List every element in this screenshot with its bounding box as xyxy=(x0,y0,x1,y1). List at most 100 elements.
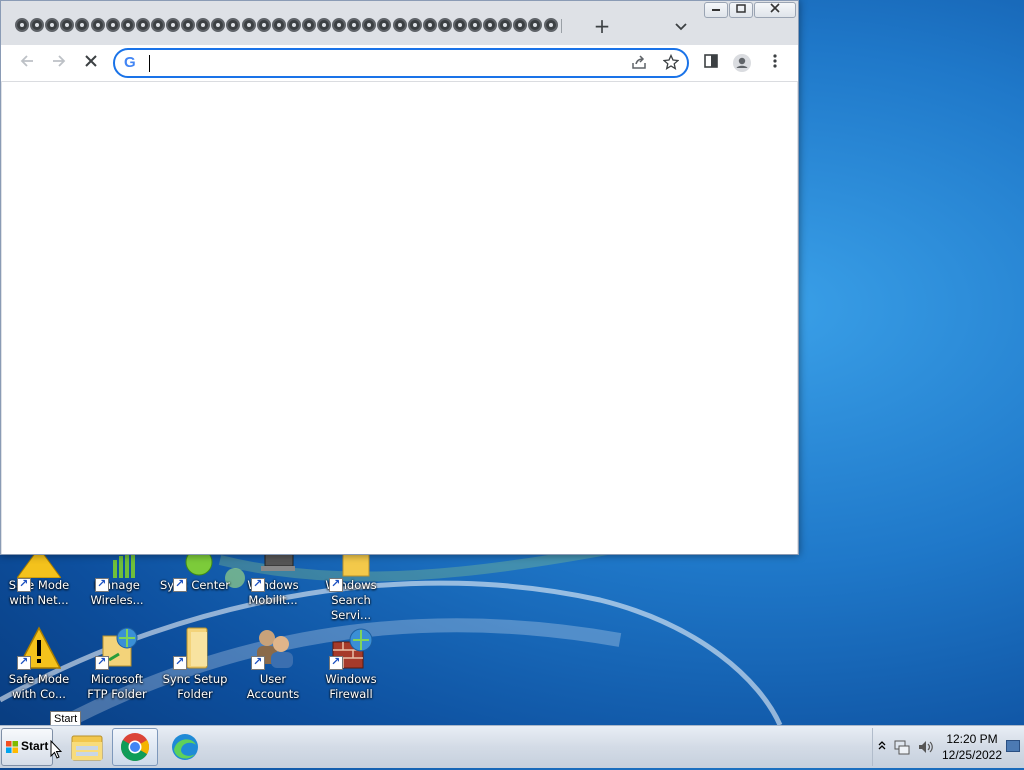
tab-favicon[interactable] xyxy=(407,18,422,32)
desktop-icon-label: Safe Mode with Co... xyxy=(8,672,70,701)
tab-favicon[interactable] xyxy=(60,18,75,32)
taskbar-edge[interactable] xyxy=(162,728,208,766)
shortcut-arrow-icon xyxy=(329,654,343,670)
tray-expand-button[interactable] xyxy=(875,738,889,756)
network-tray-button[interactable] xyxy=(893,738,911,756)
tab-favicon[interactable] xyxy=(135,18,150,32)
taskbar-chrome[interactable] xyxy=(112,728,158,766)
desktop-icon-label: Windows Firewall xyxy=(325,672,377,701)
shortcut-arrow-icon xyxy=(95,654,109,670)
minimize-button[interactable] xyxy=(704,2,728,18)
tab-favicon[interactable] xyxy=(347,18,362,32)
tab-favicon[interactable] xyxy=(211,18,226,32)
tab-strip: + xyxy=(1,1,798,45)
desktop-icon-sync-setup-folder[interactable]: Sync Setup Folder xyxy=(157,626,233,702)
tab-favicon[interactable] xyxy=(317,18,331,32)
tab-favicon[interactable] xyxy=(75,18,90,32)
mouse-cursor-icon xyxy=(50,740,62,759)
tab-favicon[interactable] xyxy=(150,18,165,32)
shortcut-arrow-icon xyxy=(251,654,265,670)
tab-favicon[interactable] xyxy=(120,18,135,32)
clock-date: 12/25/2022 xyxy=(941,748,1003,762)
tab-favicon[interactable] xyxy=(392,18,407,32)
speaker-icon xyxy=(919,741,933,753)
warning-icon xyxy=(16,626,62,670)
stop-loading-button[interactable] xyxy=(81,53,101,73)
tab-favicon[interactable] xyxy=(196,18,211,32)
desktop-icon-safe-mode-command[interactable]: Safe Mode with Co... xyxy=(1,626,77,702)
star-icon xyxy=(662,53,680,70)
tab-favicon[interactable] xyxy=(181,18,196,32)
desktop-icon-windows-mobility[interactable]: Windows Mobilit... xyxy=(235,548,311,608)
menu-button[interactable] xyxy=(765,53,785,73)
shortcut-arrow-icon xyxy=(329,576,343,592)
tab-favicon[interactable] xyxy=(90,18,105,32)
tab-favicon[interactable] xyxy=(362,18,377,32)
ftp-folder-icon xyxy=(95,626,139,670)
side-panel-button[interactable] xyxy=(701,53,721,73)
show-desktop-button[interactable] xyxy=(1006,740,1020,752)
avatar-icon xyxy=(733,54,751,72)
page-content[interactable] xyxy=(2,81,797,554)
tab-favicon[interactable] xyxy=(286,18,301,32)
address-input[interactable] xyxy=(147,53,621,75)
tab-favicon[interactable] xyxy=(543,18,558,32)
address-bar[interactable]: G xyxy=(113,48,689,78)
tab-favicon[interactable] xyxy=(226,18,241,32)
forward-button[interactable] xyxy=(49,53,69,73)
maximize-button[interactable] xyxy=(729,2,753,18)
restore-icon xyxy=(736,4,746,13)
desktop-icon-safe-mode-network[interactable]: Safe Mode with Net... xyxy=(1,547,77,608)
desktop-icon-user-accounts[interactable]: User Accounts xyxy=(235,626,311,702)
share-button[interactable] xyxy=(629,54,649,74)
google-icon: G xyxy=(124,54,136,71)
desktop-icon-microsoft-ftp-folder[interactable]: Microsoft FTP Folder xyxy=(79,626,155,702)
bookmark-star-button[interactable] xyxy=(661,53,681,74)
taskbar: Start 12:20 PM 12/25/2022 xyxy=(0,725,1024,768)
tab-favicon[interactable] xyxy=(332,18,347,32)
tab-favicon[interactable] xyxy=(468,18,482,32)
tab-favicon[interactable] xyxy=(513,18,528,32)
taskbar-clock[interactable]: 12:20 PM 12/25/2022 xyxy=(936,731,1008,763)
desktop-icon-label: User Accounts xyxy=(246,672,300,701)
shortcut-arrow-icon xyxy=(17,654,31,670)
desktop-icon-windows-firewall[interactable]: Windows Firewall xyxy=(313,626,389,702)
tab-favicon[interactable] xyxy=(45,18,60,32)
tab-favicon[interactable] xyxy=(241,18,256,32)
volume-tray-button[interactable] xyxy=(917,738,935,756)
tab-favicon[interactable] xyxy=(483,18,498,32)
tab-favicon[interactable] xyxy=(166,18,180,32)
tab-favicon[interactable] xyxy=(256,18,271,32)
tab-favicon[interactable] xyxy=(301,18,316,32)
tab-favicon[interactable] xyxy=(528,18,543,32)
tab-favicon[interactable] xyxy=(498,18,513,32)
tab-favicon[interactable] xyxy=(15,18,29,32)
start-button[interactable]: Start xyxy=(1,728,53,766)
tab-separator xyxy=(560,19,562,33)
minimize-icon xyxy=(712,9,720,11)
arrow-left-icon xyxy=(20,55,33,67)
text-caret xyxy=(149,55,150,72)
arrow-right-icon xyxy=(53,55,66,67)
chrome-icon xyxy=(121,733,149,761)
profile-button[interactable] xyxy=(732,53,752,73)
new-tab-button[interactable]: + xyxy=(591,15,613,37)
share-icon xyxy=(632,55,646,69)
tab-search-button[interactable] xyxy=(671,17,691,37)
desktop-icon-manage-wireless[interactable]: Manage Wireles... xyxy=(79,548,155,608)
taskbar-explorer[interactable] xyxy=(64,728,110,766)
tab-favicon[interactable] xyxy=(377,18,392,32)
edge-icon xyxy=(172,734,198,760)
tab-favicon[interactable] xyxy=(30,18,45,32)
close-window-button[interactable] xyxy=(754,2,796,18)
desktop-icon-windows-search-service[interactable]: Windows Search Servi... xyxy=(313,548,389,623)
clock-time: 12:20 PM xyxy=(946,732,998,746)
side-panel-icon xyxy=(704,54,718,68)
back-button[interactable] xyxy=(17,53,37,73)
tab-favicon[interactable] xyxy=(437,18,452,32)
tab-favicon[interactable] xyxy=(271,18,286,32)
close-icon xyxy=(770,3,780,13)
tab-favicon[interactable] xyxy=(452,18,467,32)
tab-favicon[interactable] xyxy=(105,18,120,32)
tab-favicon[interactable] xyxy=(422,18,437,32)
